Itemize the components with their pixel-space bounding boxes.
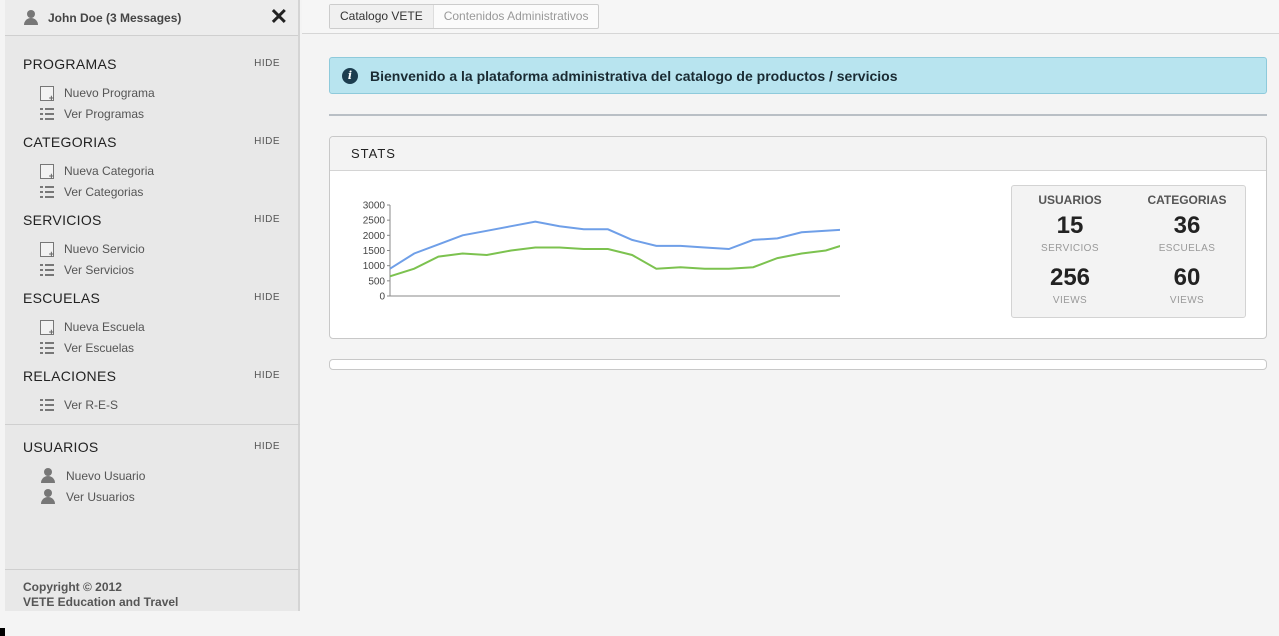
series-line-1 [389, 244, 840, 278]
stats-summary-box: USUARIOS 15 SERVICIOS CATEGORIAS 36 ESCU… [1011, 185, 1246, 318]
stat-value: 60 [1173, 264, 1201, 291]
sidebar-item-label: Ver Usuarios [66, 490, 135, 504]
sidebar-item-nueva-escuela[interactable]: Nueva Escuela [40, 318, 145, 337]
sidebar-item-nuevo-servicio[interactable]: Nuevo Servicio [40, 240, 145, 259]
stat-head: CATEGORIAS [1147, 193, 1227, 207]
sidebar-item-ver-usuarios[interactable]: Ver Usuarios [40, 488, 135, 506]
stat-label: VIEWS [1169, 295, 1205, 306]
sidebar-item-label: Nuevo Programa [64, 86, 155, 100]
sidebar-item-nuevo-programa[interactable]: Nuevo Programa [40, 84, 155, 103]
info-icon: i [342, 67, 358, 84]
alert-message: Bienvenido a la plataforma administrativ… [370, 67, 898, 84]
sidebar-item-ver-categorias[interactable]: Ver Categorias [40, 183, 143, 201]
sidebar-item-nueva-categoria[interactable]: Nueva Categoria [40, 162, 155, 181]
sidebar-divider [5, 424, 300, 425]
list-icon [40, 342, 54, 354]
stat-label: SERVICIOS [1041, 243, 1099, 254]
sidebar-item-label: Ver R-E-S [64, 398, 119, 412]
breadcrumb-item-contenidos: Contenidos Administrativos [443, 9, 589, 23]
breadcrumb-item-catalogo[interactable]: Catalogo VETE [330, 5, 434, 28]
user-icon [40, 489, 56, 505]
section-title-programas: PROGRAMAS [23, 56, 117, 72]
breadcrumb: Catalogo VETE Contenidos Administrativos [329, 4, 600, 29]
stats-title: STATS [330, 137, 1266, 171]
sidebar-item-ver-programas[interactable]: Ver Programas [40, 105, 144, 123]
series-line-0 [389, 220, 840, 270]
sidebar-item-ver-r-e-s[interactable]: Ver R-E-S [40, 396, 118, 414]
section-title-relaciones: RELACIONES [23, 368, 117, 384]
sidebar: John Doe (3 Messages) ✕ PROGRAMAS HIDE Nue… [5, 0, 300, 611]
list-icon [40, 186, 54, 198]
sidebar-item-label: Ver Categorias [64, 185, 144, 199]
divider [329, 114, 1267, 116]
section-title-servicios: SERVICIOS [23, 212, 102, 228]
add-document-icon [40, 85, 54, 103]
y-tick-label: 3000 [363, 201, 386, 212]
company-name: VETE Education and Travel [23, 595, 179, 609]
list-icon [40, 399, 54, 411]
y-tick-label: 1000 [363, 261, 386, 272]
y-tick-label: 2500 [363, 216, 386, 227]
sidebar-item-ver-escuelas[interactable]: Ver Escuelas [40, 339, 134, 357]
stat-value: 256 [1049, 264, 1091, 291]
stat-views-1: 256 VIEWS [1015, 264, 1125, 306]
sidebar-item-label: Nuevo Servicio [64, 242, 145, 256]
hide-categorias-button[interactable]: HIDE [254, 136, 280, 147]
line-chart: 3000 2500 2000 1500 1000 500 0 [363, 201, 840, 303]
add-document-icon [40, 319, 54, 337]
list-icon [40, 108, 54, 120]
top-bar: Catalogo VETE Contenidos Administrativos [302, 0, 1279, 34]
hide-escuelas-button[interactable]: HIDE [254, 292, 280, 303]
user-name[interactable]: John Doe (3 Messages) [48, 11, 181, 25]
close-icon[interactable]: ✕ [270, 6, 288, 28]
add-user-icon [40, 468, 56, 484]
user-icon [23, 9, 39, 26]
list-icon [40, 264, 54, 276]
stat-categorias: CATEGORIAS 36 ESCUELAS [1132, 193, 1242, 254]
hide-programas-button[interactable]: HIDE [254, 58, 280, 69]
footer: Copyright © 2012 VETE Education and Trav… [23, 580, 178, 610]
stat-value: 15 [1056, 212, 1084, 239]
stats-panel: STATS 3000 2500 2000 1500 1000 500 0 USUARIOS … [329, 136, 1267, 339]
sidebar-item-nuevo-usuario[interactable]: Nuevo Usuario [40, 467, 145, 485]
hide-usuarios-button[interactable]: HIDE [254, 441, 280, 452]
y-tick-label: 500 [368, 276, 385, 287]
stat-head: USUARIOS [1038, 193, 1102, 207]
hide-servicios-button[interactable]: HIDE [254, 214, 280, 225]
add-document-icon [40, 163, 54, 181]
section-title-categorias: CATEGORIAS [23, 134, 117, 150]
empty-panel [329, 359, 1267, 370]
stat-value: 36 [1173, 212, 1201, 239]
stat-views-2: 60 VIEWS [1132, 264, 1242, 306]
sidebar-item-label: Nueva Categoria [64, 164, 155, 178]
y-tick-label: 2000 [363, 231, 386, 242]
info-alert: i Bienvenido a la plataforma administrat… [329, 57, 1267, 94]
y-tick-label: 1500 [363, 246, 386, 257]
section-title-usuarios: USUARIOS [23, 439, 99, 455]
sidebar-item-label: Nueva Escuela [64, 320, 145, 334]
sidebar-item-label: Nuevo Usuario [66, 469, 146, 483]
sidebar-item-label: Ver Servicios [64, 263, 135, 277]
sidebar-item-label: Ver Programas [64, 107, 145, 121]
add-document-icon [40, 241, 54, 259]
sidebar-footer-divider [5, 569, 300, 570]
hide-relaciones-button[interactable]: HIDE [254, 370, 280, 381]
y-tick-label: 0 [379, 292, 385, 303]
copyright-text: Copyright © 2012 [23, 580, 122, 594]
sidebar-item-ver-servicios[interactable]: Ver Servicios [40, 261, 134, 279]
stat-label: VIEWS [1052, 295, 1088, 306]
stat-usuarios: USUARIOS 15 SERVICIOS [1015, 193, 1125, 254]
stat-label: ESCUELAS [1158, 243, 1216, 254]
corner-mark [0, 628, 5, 636]
section-title-escuelas: ESCUELAS [23, 290, 101, 306]
user-bar: John Doe (3 Messages) ✕ [5, 0, 298, 36]
sidebar-item-label: Ver Escuelas [64, 341, 135, 355]
